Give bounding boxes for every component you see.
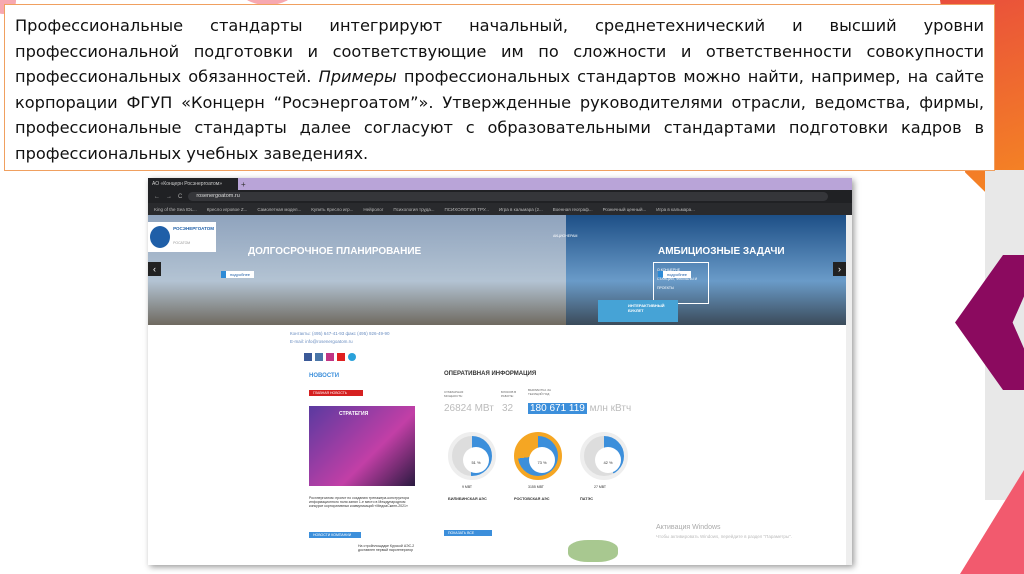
- site-nav: АКЦИОНЕРАМ: [318, 234, 577, 238]
- station-percent: 51 %: [463, 447, 489, 473]
- news-2-text[interactable]: На стройплощадке Курской АЭС-2 доставлен…: [358, 544, 418, 552]
- bookmark[interactable]: Розничный ценный...: [603, 207, 647, 212]
- station-name[interactable]: ПАТЭС: [580, 497, 593, 501]
- slide-2-title: АМБИЦИОЗНЫЕ ЗАДАЧИ: [658, 246, 785, 257]
- station-power: 27 МВТ: [594, 485, 607, 489]
- output-label: ВЫРАБОТКА ЗА ТЕКУЩИЙ ГОД:: [528, 388, 551, 396]
- reload-icon[interactable]: C: [178, 194, 182, 200]
- station-donut: 51 %: [448, 432, 496, 480]
- company-news-button[interactable]: НОВОСТИ КОМПАНИИ: [309, 532, 361, 538]
- operative-info-title: ОПЕРАТИВНАЯ ИНФОРМАЦИЯ: [444, 371, 537, 377]
- site-logo[interactable]: РОСЭНЕРГОАТОМ РОСАТОМ: [148, 222, 216, 252]
- station-name[interactable]: РОСТОВСКАЯ АЭС: [514, 497, 550, 501]
- dropdown-menu: О КОНЦЕРНЕ СТАНЦИИ, ФИЛИАЛЫ И ПРОЕКТЫ: [653, 262, 709, 304]
- bookmark[interactable]: Кресло игровое Z...: [207, 207, 248, 212]
- hero-slider: РОСЭНЕРГОАТОМ РОСАТОМ АКЦИОНЕРАМ ДОЛГОСРО…: [148, 215, 852, 325]
- bookmark[interactable]: ПСИХОЛОГИЯ ТРУ...: [445, 207, 489, 212]
- menu-item[interactable]: О КОНЦЕРНЕ: [657, 266, 705, 275]
- station-percent: 73 %: [529, 447, 555, 473]
- units-value: 32: [502, 403, 514, 414]
- bookmark[interactable]: Игра в кальмара...: [656, 207, 695, 212]
- bookmark[interactable]: Купить Кресло игр...: [311, 207, 353, 212]
- rosatom-logo-icon: [150, 226, 171, 248]
- bookmarks-bar: King of the Sea IDL... Кресло игровое Z..…: [148, 203, 852, 215]
- station-power: 9 МВТ: [462, 485, 473, 489]
- forward-icon[interactable]: →: [166, 194, 172, 200]
- power-value: 26824 МВт: [444, 403, 494, 414]
- station-donut: 73 %: [514, 432, 562, 480]
- output-counter: 180 671 119: [528, 403, 587, 414]
- output-value: 180 671 119 млн кВтч: [528, 403, 631, 414]
- paragraph-emphasis: Примеры: [318, 67, 397, 87]
- news-image[interactable]: СТРАТЕГИЯ: [309, 406, 415, 486]
- booklet-banner[interactable]: ИНТЕРАКТИВНЫЙ БУКЛЕТ: [598, 300, 678, 322]
- main-news-button[interactable]: ГЛАВНАЯ НОВОСТЬ: [309, 390, 363, 396]
- contacts: Контакты: (495) 647-41-93 факс (495) 926…: [290, 331, 390, 336]
- station-power: 3155 МВТ: [528, 485, 544, 489]
- url-field[interactable]: rosenergoatom.ru: [188, 192, 829, 201]
- station-percent: 42 %: [595, 447, 621, 473]
- nav-item[interactable]: АКЦИОНЕРАМ: [553, 234, 577, 238]
- back-icon[interactable]: ←: [154, 194, 160, 200]
- russia-map-icon[interactable]: [568, 540, 618, 562]
- news-heading: НОВОСТИ: [309, 373, 340, 379]
- telegram-icon[interactable]: [348, 353, 356, 361]
- bookmark[interactable]: Нейролог: [363, 207, 383, 212]
- prev-arrow-icon[interactable]: ‹: [148, 262, 161, 276]
- bookmark[interactable]: Военная географ...: [553, 207, 593, 212]
- tab-bar: АО «Концерн Росэнергоатом» +: [148, 178, 852, 190]
- more-button[interactable]: подробнее: [221, 271, 255, 278]
- youtube-icon[interactable]: [337, 353, 345, 361]
- station-name[interactable]: БИЛИБИНСКАЯ АЭС: [448, 497, 487, 501]
- news-text[interactable]: Росэнергоатом: проект по созданию тренаж…: [309, 496, 417, 508]
- station-donut: 42 %: [580, 432, 628, 480]
- social-icons: [304, 353, 356, 361]
- facebook-icon[interactable]: [304, 353, 312, 361]
- slide-1-title: ДОЛГОСРОЧНОЕ ПЛАНИРОВАНИЕ: [248, 246, 422, 257]
- windows-activation-text: Чтобы активировать Windows, перейдите в …: [656, 534, 792, 539]
- logo-subtext: РОСАТОМ: [173, 240, 191, 245]
- email: E-mail: info@rosenergoatom.ru: [290, 339, 353, 344]
- next-arrow-icon[interactable]: ›: [833, 262, 846, 276]
- vk-icon[interactable]: [315, 353, 323, 361]
- scrollbar[interactable]: [846, 215, 852, 565]
- windows-activation-title: Активация Windows: [656, 524, 721, 531]
- bookmark[interactable]: Игра в кальмара (2...: [499, 207, 543, 212]
- news-image-text: СТРАТЕГИЯ: [339, 411, 369, 417]
- address-bar: ← → C rosenergoatom.ru: [148, 190, 852, 203]
- logo-text: РОСЭНЕРГОАТОМ: [173, 225, 214, 231]
- bookmark[interactable]: Психология труда...: [393, 207, 434, 212]
- bookmark[interactable]: Самолетная модел...: [257, 207, 301, 212]
- units-label: БЛОКОВ В РАБОТЕ:: [501, 390, 517, 398]
- power-label: СУММАРНАЯ МОЩНОСТЬ:: [444, 390, 464, 398]
- instagram-icon[interactable]: [326, 353, 334, 361]
- show-all-button[interactable]: ПОКАЗАТЬ ВСЕ: [444, 530, 492, 536]
- new-tab-icon[interactable]: +: [241, 180, 246, 189]
- output-unit: млн кВтч: [589, 403, 632, 414]
- menu-item[interactable]: СТАНЦИИ, ФИЛИАЛЫ И ПРОЕКТЫ: [657, 275, 705, 293]
- bookmark[interactable]: King of the Sea IDL...: [154, 207, 197, 212]
- text-box: Профессиональные стандарты интегрируют н…: [4, 4, 995, 171]
- browser-tab[interactable]: АО «Концерн Росэнергоатом»: [148, 178, 238, 190]
- browser-screenshot: АО «Концерн Росэнергоатом» + ← → C rosener…: [148, 178, 852, 565]
